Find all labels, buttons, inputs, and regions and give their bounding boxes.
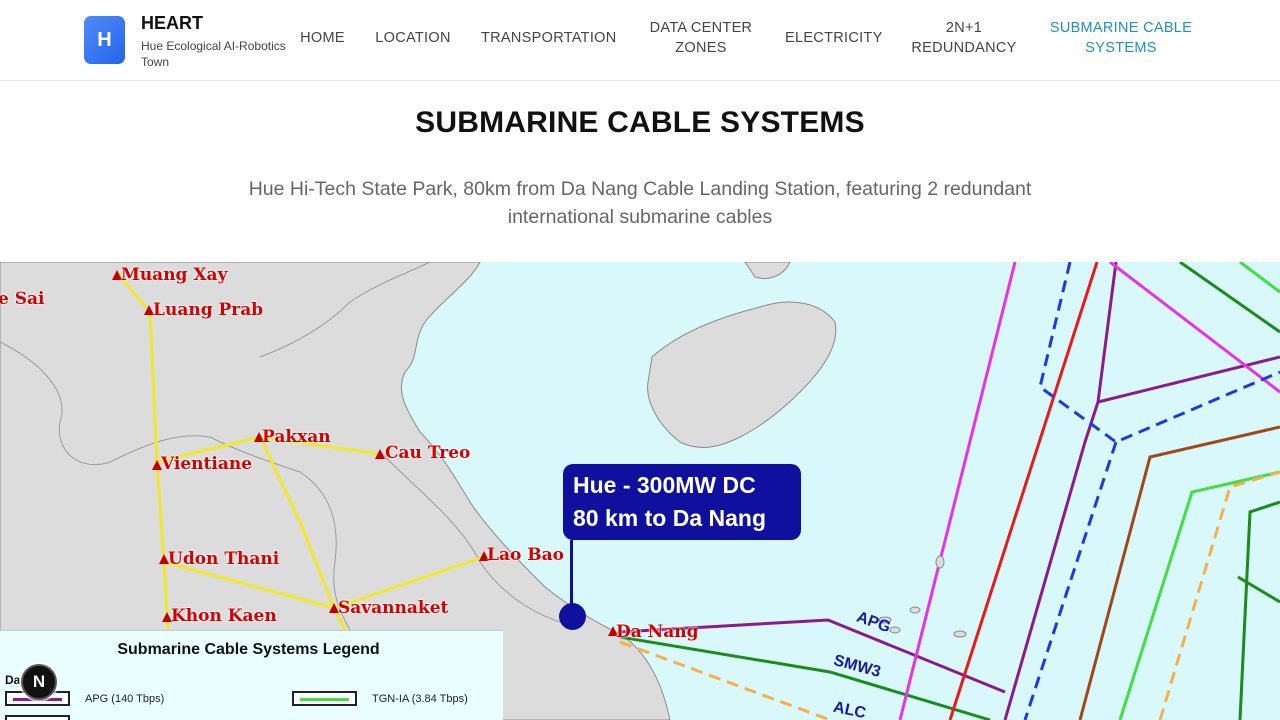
next-dev-badge-icon[interactable]: N xyxy=(21,664,57,700)
page-description: Hue Hi-Tech State Park, 80km from Da Nan… xyxy=(248,178,1032,228)
brand-title[interactable]: HEART xyxy=(141,13,203,34)
city-label: Pakxan xyxy=(262,427,331,447)
map-legend: Submarine Cable Systems Legend Da Nang: … xyxy=(0,630,503,720)
legend-swatch-tgn xyxy=(292,691,357,706)
callout-pin-line xyxy=(570,540,573,604)
city-label: Luang Prab xyxy=(153,300,264,320)
legend-swatch-next xyxy=(5,715,70,720)
city-label: Vientiane xyxy=(161,454,253,474)
brand-subtitle: Hue Ecological AI-Robotics Town xyxy=(141,39,286,69)
nav-home[interactable]: HOME xyxy=(300,28,345,48)
nav-location[interactable]: LOCATION xyxy=(374,28,452,48)
nav-electricity[interactable]: ELECTRICITY xyxy=(785,28,882,48)
city-label: Udon Thani xyxy=(168,549,280,569)
legend-title: Submarine Cable Systems Legend xyxy=(117,641,380,658)
nav-transportation[interactable]: TRANSPORTATION xyxy=(481,28,616,48)
city-label: Muang Xay xyxy=(121,265,228,285)
city-label: Da Nang xyxy=(616,622,699,642)
nav-data-center-zones[interactable]: DATA CENTER ZONES xyxy=(645,18,757,58)
city-label: Savannaket xyxy=(338,598,449,618)
hue-callout: Hue - 300MW DC 80 km to Da Nang xyxy=(563,464,801,540)
nav-submarine-cable-systems[interactable]: SUBMARINE CABLE SYSTEMS xyxy=(1044,18,1198,58)
callout-line-1: Hue - 300MW DC xyxy=(573,472,756,498)
city-label: e Sai xyxy=(0,289,45,309)
city-label: Khon Kaen xyxy=(171,606,277,626)
legend-label-tgn: TGN-IA (3.84 Tbps) xyxy=(372,693,468,705)
city-label: Cau Treo xyxy=(385,443,471,463)
legend-label-apg: APG (140 Tbps) xyxy=(85,693,165,705)
logo-icon[interactable]: H xyxy=(84,16,125,64)
city-label: Lao Bao xyxy=(487,545,564,565)
hue-location-marker xyxy=(559,603,586,630)
callout-line-2: 80 km to Da Nang xyxy=(573,505,766,531)
page-title: SUBMARINE CABLE SYSTEMS xyxy=(415,106,865,139)
cable-map: Muang Xay Luang Prab e Sai Pakxan Vienti… xyxy=(0,262,1280,720)
site-header: H HEART Hue Ecological AI-Robotics Town … xyxy=(0,0,1280,81)
nav-redundancy[interactable]: 2N+1 REDUNDANCY xyxy=(910,18,1018,58)
